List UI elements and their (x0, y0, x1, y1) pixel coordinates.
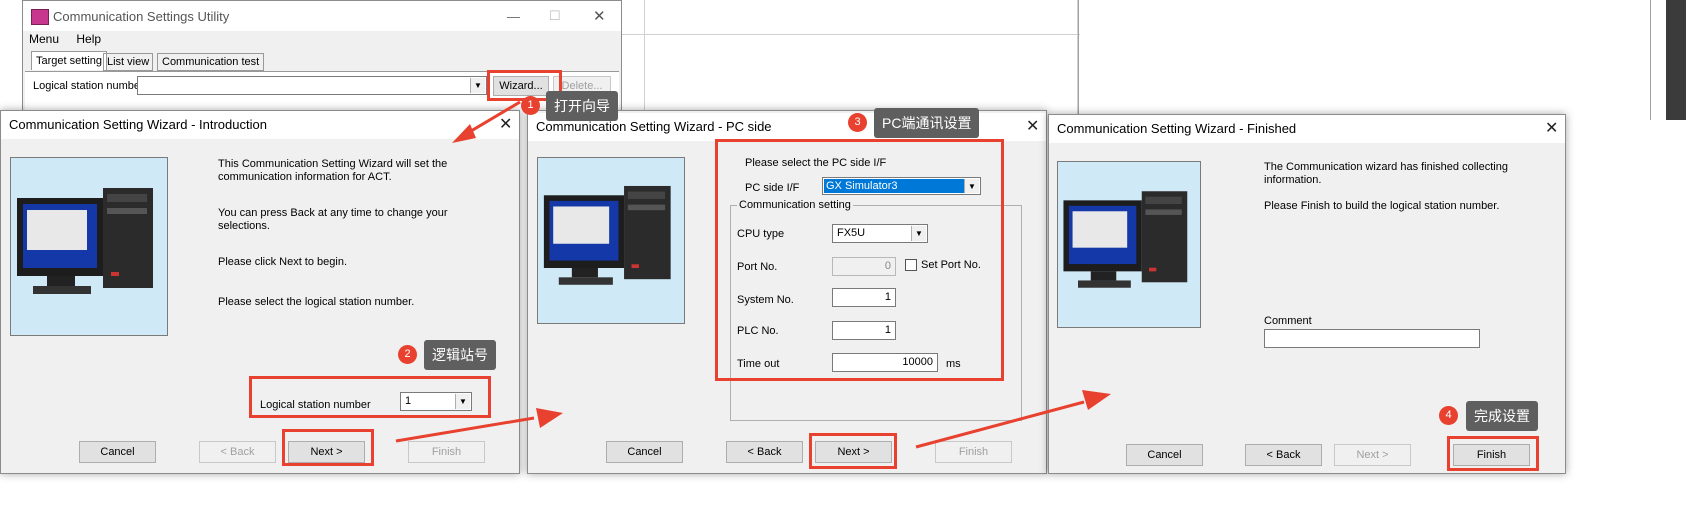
arrow-head (452, 124, 476, 143)
arrow-to-finished (915, 400, 1085, 449)
annotation-arrows (395, 100, 1111, 449)
step4-badge: 4 (1439, 406, 1458, 425)
arrow-head (1082, 390, 1111, 410)
step1-badge: 1 (521, 96, 540, 115)
arrow-head (536, 408, 563, 428)
arrow-to-intro (465, 100, 521, 136)
step2-badge: 2 (398, 345, 417, 364)
step1-tooltip: 打开向导 (546, 91, 618, 121)
step3-tooltip: PC端通讯设置 (874, 108, 980, 138)
step3-badge: 3 (848, 113, 867, 132)
step4-tooltip: 完成设置 (1466, 401, 1538, 431)
step2-tooltip: 逻辑站号 (424, 340, 496, 370)
arrow-to-pcside (395, 416, 535, 443)
